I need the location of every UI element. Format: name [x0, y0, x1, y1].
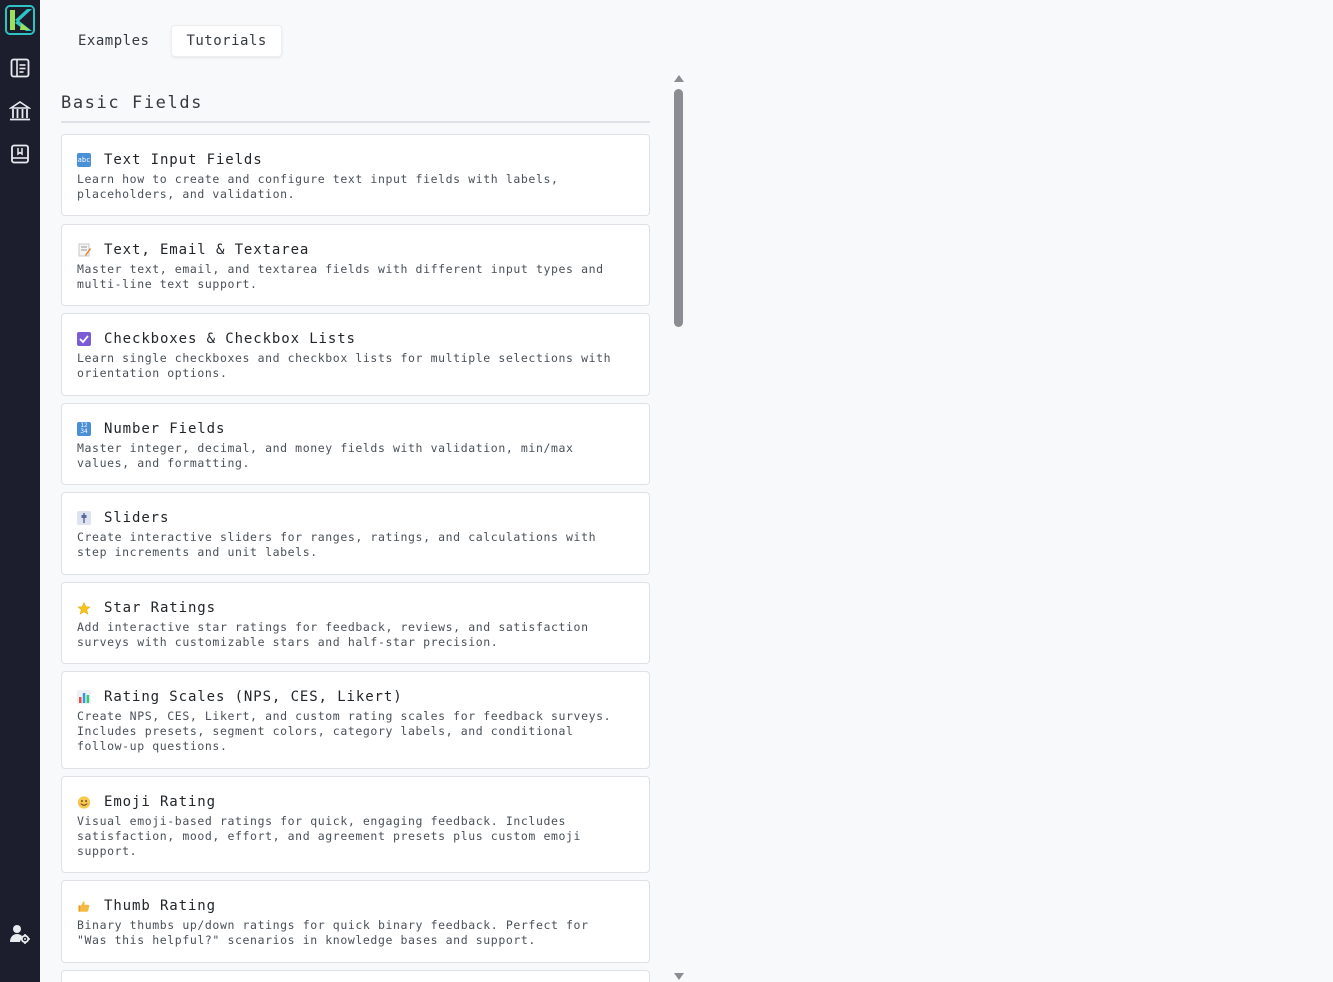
tutorial-card[interactable]: Star Ratings Add interactive star rating… — [61, 582, 650, 664]
tutorial-card[interactable]: Checkboxes & Checkbox Lists Learn single… — [61, 313, 650, 396]
card-title: Star Ratings — [104, 600, 216, 616]
forms-icon[interactable] — [8, 56, 32, 80]
tab-tutorials[interactable]: Tutorials — [171, 25, 282, 57]
card-title: Text Input Fields — [104, 152, 263, 168]
tutorial-card[interactable]: abc Text Input Fields Learn how to creat… — [61, 134, 650, 216]
tutorial-card[interactable]: Rating Scales (NPS, CES, Likert) Create … — [61, 671, 650, 769]
tab-examples[interactable]: Examples — [64, 25, 163, 57]
tutorial-card[interactable]: Thumb Rating Binary thumbs up/down ratin… — [61, 880, 650, 963]
main-content: Examples Tutorials Basic Fields abc Text… — [40, 0, 1333, 982]
tab-bar: Examples Tutorials — [64, 25, 282, 57]
numbers-icon: 12 34 — [77, 422, 91, 436]
app-logo[interactable] — [5, 5, 35, 35]
card-title: Sliders — [104, 510, 170, 526]
abc-icon: abc — [77, 153, 91, 167]
card-description: Create NPS, CES, Likert, and custom rati… — [77, 709, 612, 753]
scroll-thumb[interactable] — [674, 89, 683, 327]
tutorial-card[interactable]: Text, Email & Textarea Master text, emai… — [61, 224, 650, 306]
scroll-down-arrow[interactable] — [674, 973, 684, 980]
book-icon[interactable] — [8, 142, 32, 166]
card-description: Binary thumbs up/down ratings for quick … — [77, 918, 589, 947]
card-description: Learn how to create and configure text i… — [77, 172, 559, 201]
slider-icon — [77, 511, 91, 525]
card-title: Number Fields — [104, 421, 226, 437]
card-description: Master integer, decimal, and money field… — [77, 441, 574, 470]
card-title: Text, Email & Textarea — [104, 242, 310, 258]
thumbs-up-icon — [77, 899, 91, 913]
library-icon[interactable] — [8, 99, 32, 123]
tutorial-card[interactable] — [61, 970, 650, 982]
logo-icon — [7, 7, 33, 33]
card-title: Emoji Rating — [104, 794, 216, 810]
section-title: Basic Fields — [61, 93, 650, 123]
tutorial-card[interactable]: 12 34 Number Fields Master integer, decim… — [61, 403, 650, 485]
card-description: Master text, email, and textarea fields … — [77, 262, 604, 291]
smiley-icon — [77, 795, 91, 809]
tutorial-card[interactable]: Sliders Create interactive sliders for r… — [61, 492, 650, 575]
checkbox-icon — [77, 332, 91, 346]
card-description: Add interactive star ratings for feedbac… — [77, 620, 589, 649]
sidebar — [0, 0, 40, 982]
tutorial-list[interactable]: Basic Fields abc Text Input Fields Learn… — [61, 75, 650, 982]
card-title: Rating Scales (NPS, CES, Likert) — [104, 689, 403, 705]
card-title: Checkboxes & Checkbox Lists — [104, 331, 356, 347]
card-description: Create interactive sliders for ranges, r… — [77, 530, 597, 559]
memo-icon — [77, 243, 91, 257]
star-icon — [77, 601, 91, 615]
card-title: Thumb Rating — [104, 898, 216, 914]
tutorial-card[interactable]: Emoji Rating Visual emoji-based ratings … — [61, 776, 650, 873]
card-description: Visual emoji-based ratings for quick, en… — [77, 814, 582, 858]
card-description: Learn single checkboxes and checkbox lis… — [77, 351, 612, 380]
vertical-scrollbar[interactable] — [673, 75, 685, 982]
user-settings-icon[interactable] — [8, 922, 32, 946]
bar-chart-icon — [77, 690, 91, 704]
scroll-up-arrow[interactable] — [674, 75, 684, 82]
